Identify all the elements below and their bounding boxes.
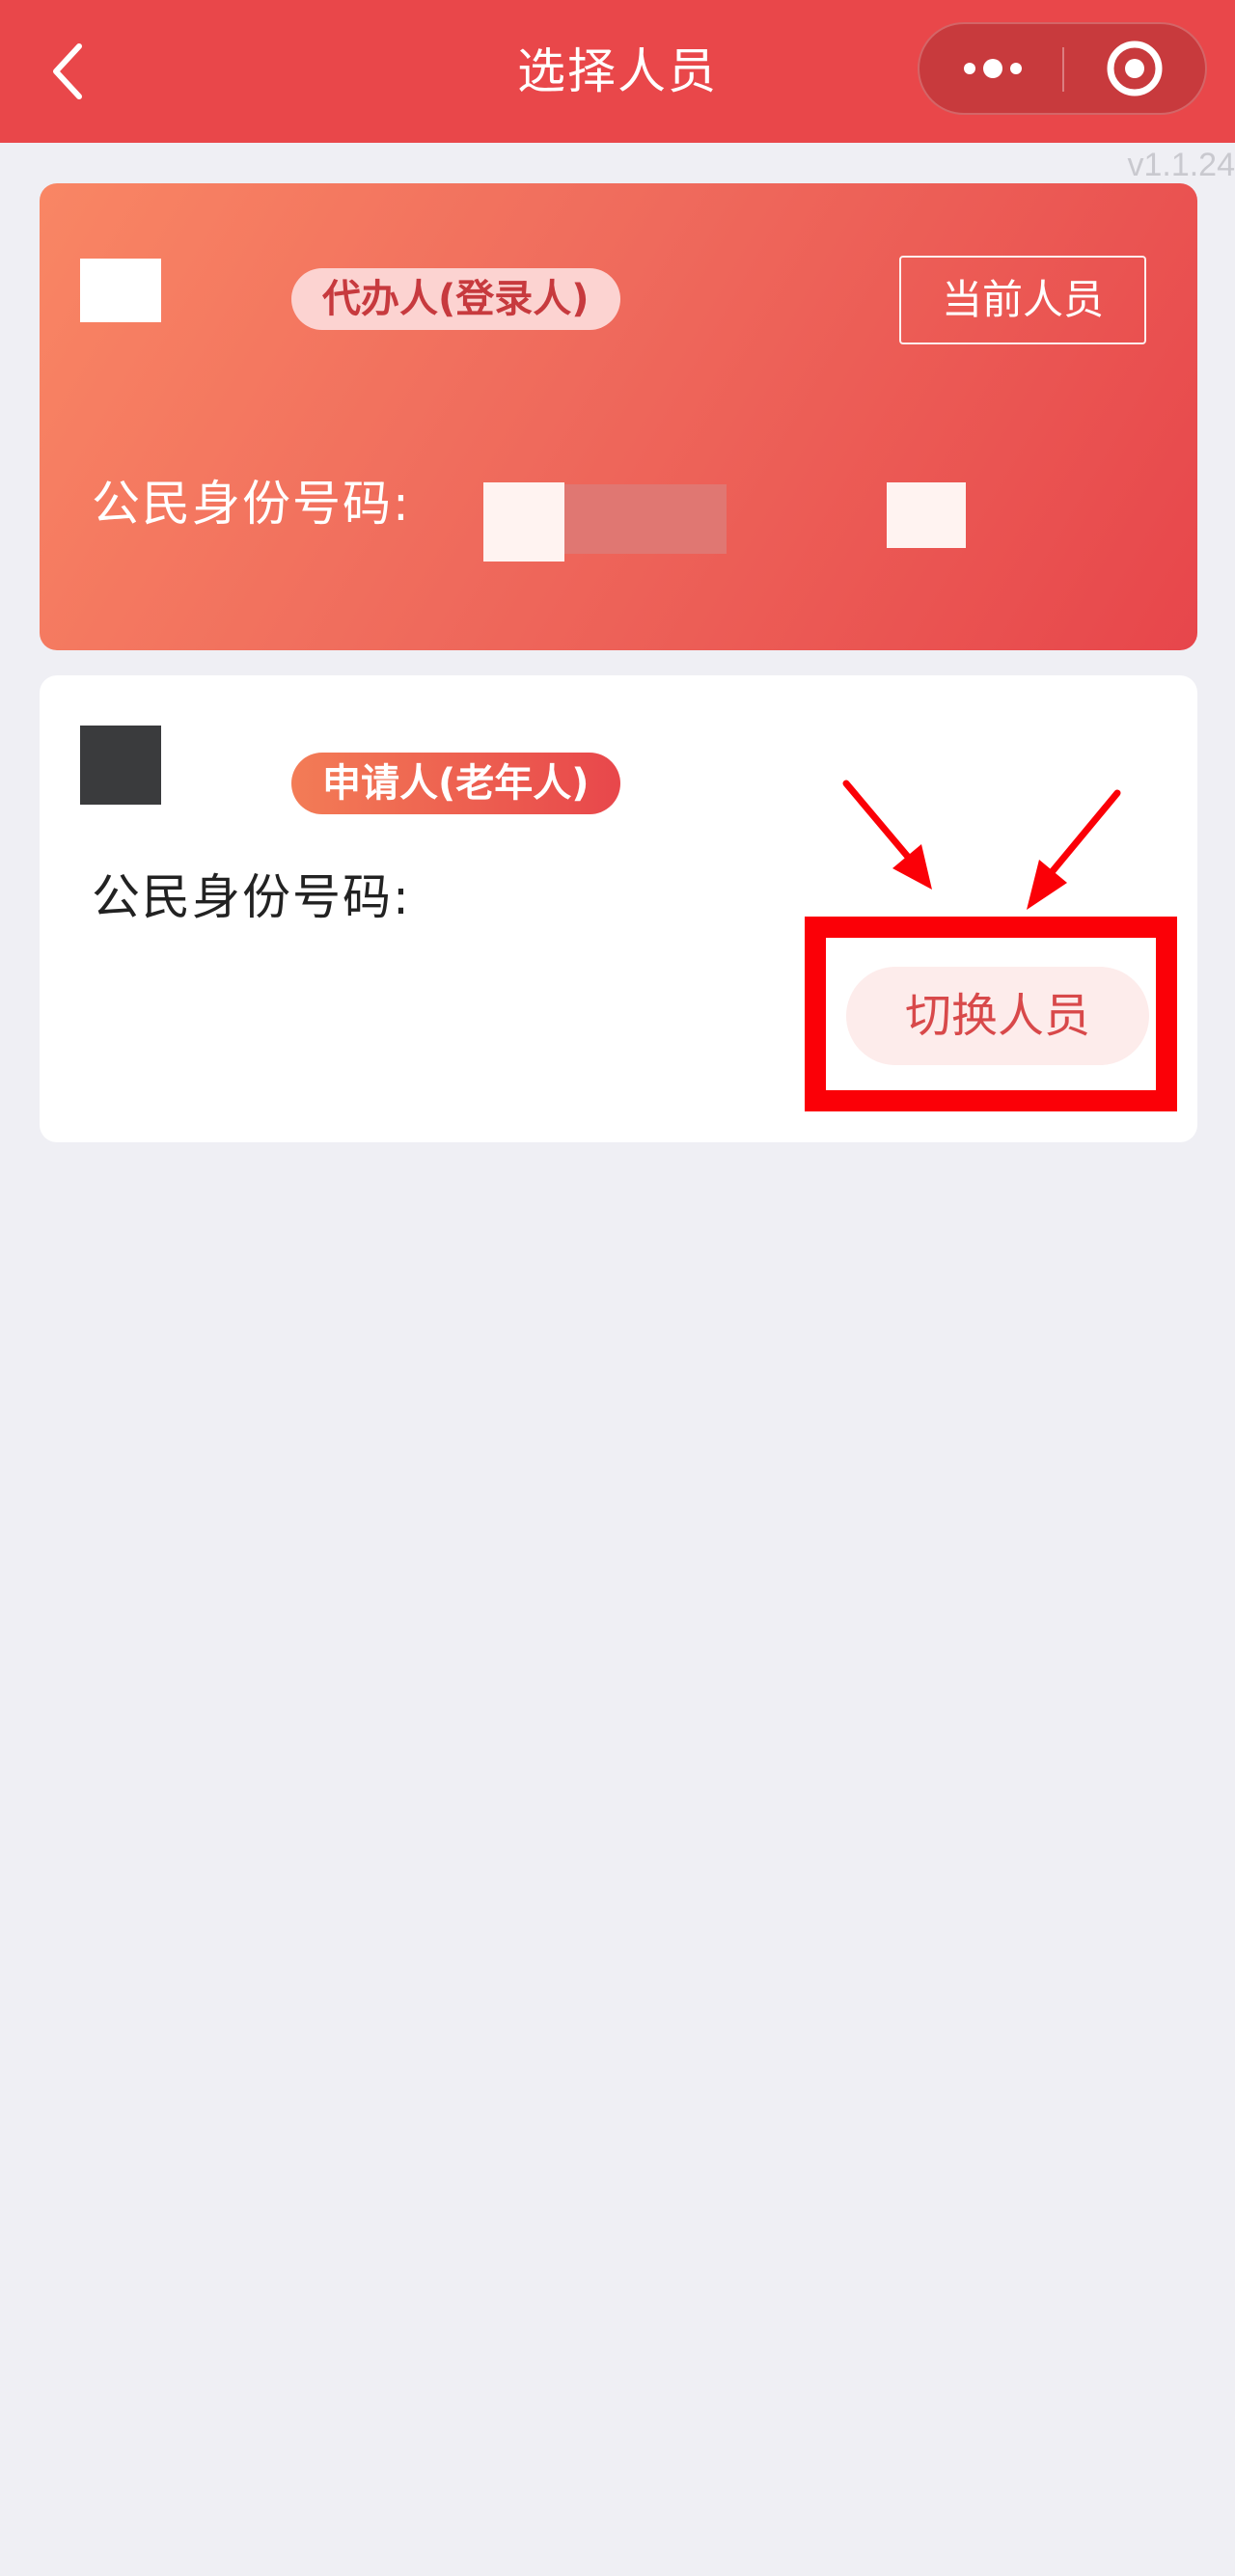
annotation-arrows — [842, 780, 1121, 910]
arrow-icon — [1027, 789, 1121, 910]
arrow-icon — [842, 780, 932, 890]
